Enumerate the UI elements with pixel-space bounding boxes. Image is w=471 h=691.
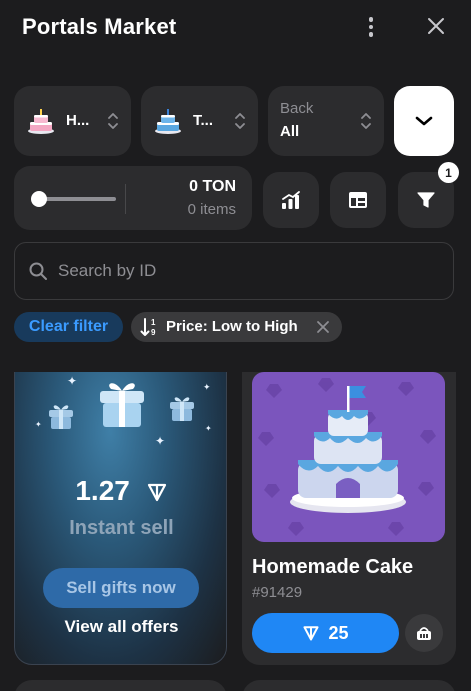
header: Portals Market	[0, 0, 471, 56]
sparkle-icon: ✦	[35, 420, 42, 429]
sort-chip[interactable]: 1 9 Price: Low to High	[131, 312, 342, 342]
cart-icon	[417, 627, 431, 640]
instant-sell-price-value: 1.27	[75, 475, 130, 506]
expand-filters-button[interactable]	[394, 86, 454, 156]
backdrop-value: All	[280, 123, 300, 140]
sparkle-icon: ✦	[203, 382, 211, 392]
items-count: 0 items	[187, 201, 236, 218]
clear-filter-button[interactable]: Clear filter	[14, 312, 123, 342]
instant-sell-card[interactable]: ✦ ✦ ✦ ✦ ✦ 1.27 Instant sell Sell gifts n…	[14, 372, 227, 665]
search-icon	[29, 262, 47, 280]
instant-sell-label: Instant sell	[69, 517, 174, 539]
model-select[interactable]: T...	[141, 86, 258, 156]
collection-value: H...	[66, 112, 90, 129]
gift-icon	[100, 383, 144, 427]
ton-icon	[147, 483, 166, 502]
gift-icon	[170, 397, 194, 421]
backdrop-label: Back	[280, 100, 314, 117]
cake-illustration	[258, 378, 436, 536]
chart-icon	[282, 191, 300, 209]
price-range-slider[interactable]: 0 TON 0 items	[14, 166, 252, 230]
stats-button[interactable]	[263, 172, 319, 228]
buy-button[interactable]: 25	[252, 613, 399, 653]
page-title: Portals Market	[22, 14, 177, 39]
table-icon	[349, 192, 367, 208]
cake-thumbnail-icon	[28, 109, 54, 134]
gift-grid: ✦ ✦ ✦ ✦ ✦ 1.27 Instant sell Sell gifts n…	[0, 372, 471, 691]
funnel-icon	[417, 192, 435, 208]
filter-count-badge: 1	[438, 162, 459, 183]
collection-select[interactable]: H...	[14, 86, 131, 156]
gift-card-partial[interactable]	[14, 680, 227, 691]
instant-sell-price: 1.27	[15, 475, 226, 507]
gift-image	[252, 372, 445, 542]
gift-name: Homemade Cake	[252, 556, 414, 578]
sparkle-icon: ✦	[205, 424, 212, 433]
view-toggle-button[interactable]	[330, 172, 386, 228]
sort-label: Price: Low to High	[166, 318, 298, 335]
view-all-offers-link[interactable]: View all offers	[15, 617, 226, 637]
cake-model-thumbnail-icon	[155, 109, 181, 134]
sparkle-icon: ✦	[155, 434, 166, 448]
sort-icon: 1 9	[140, 318, 156, 337]
buy-price: 25	[328, 622, 349, 643]
ton-icon	[303, 626, 320, 641]
add-to-cart-button[interactable]	[405, 614, 443, 652]
updown-chevron-icon	[108, 113, 118, 129]
updown-chevron-icon	[361, 113, 371, 129]
search-input[interactable]	[58, 257, 438, 285]
close-icon[interactable]	[424, 14, 448, 38]
ton-amount: 0 TON	[189, 178, 236, 195]
sparkle-icon: ✦	[67, 374, 78, 388]
slider-track[interactable]	[38, 197, 116, 201]
gift-number: #91429	[252, 584, 303, 601]
updown-chevron-icon	[235, 113, 245, 129]
backdrop-select[interactable]: Back All	[268, 86, 384, 156]
remove-sort-icon[interactable]	[316, 320, 330, 334]
gift-card-partial[interactable]	[242, 680, 456, 691]
sell-gifts-button[interactable]: Sell gifts now	[43, 568, 199, 608]
chevron-down-icon	[415, 116, 433, 126]
slider-handle[interactable]	[31, 191, 47, 207]
search-box[interactable]	[14, 242, 454, 300]
model-value: T...	[193, 112, 214, 129]
gift-icon	[49, 405, 73, 429]
svg-text:9: 9	[151, 328, 156, 337]
divider	[125, 184, 126, 214]
gift-card[interactable]: Homemade Cake #91429 25	[242, 372, 456, 665]
kebab-menu-icon[interactable]	[358, 14, 384, 40]
svg-text:1: 1	[151, 318, 156, 327]
